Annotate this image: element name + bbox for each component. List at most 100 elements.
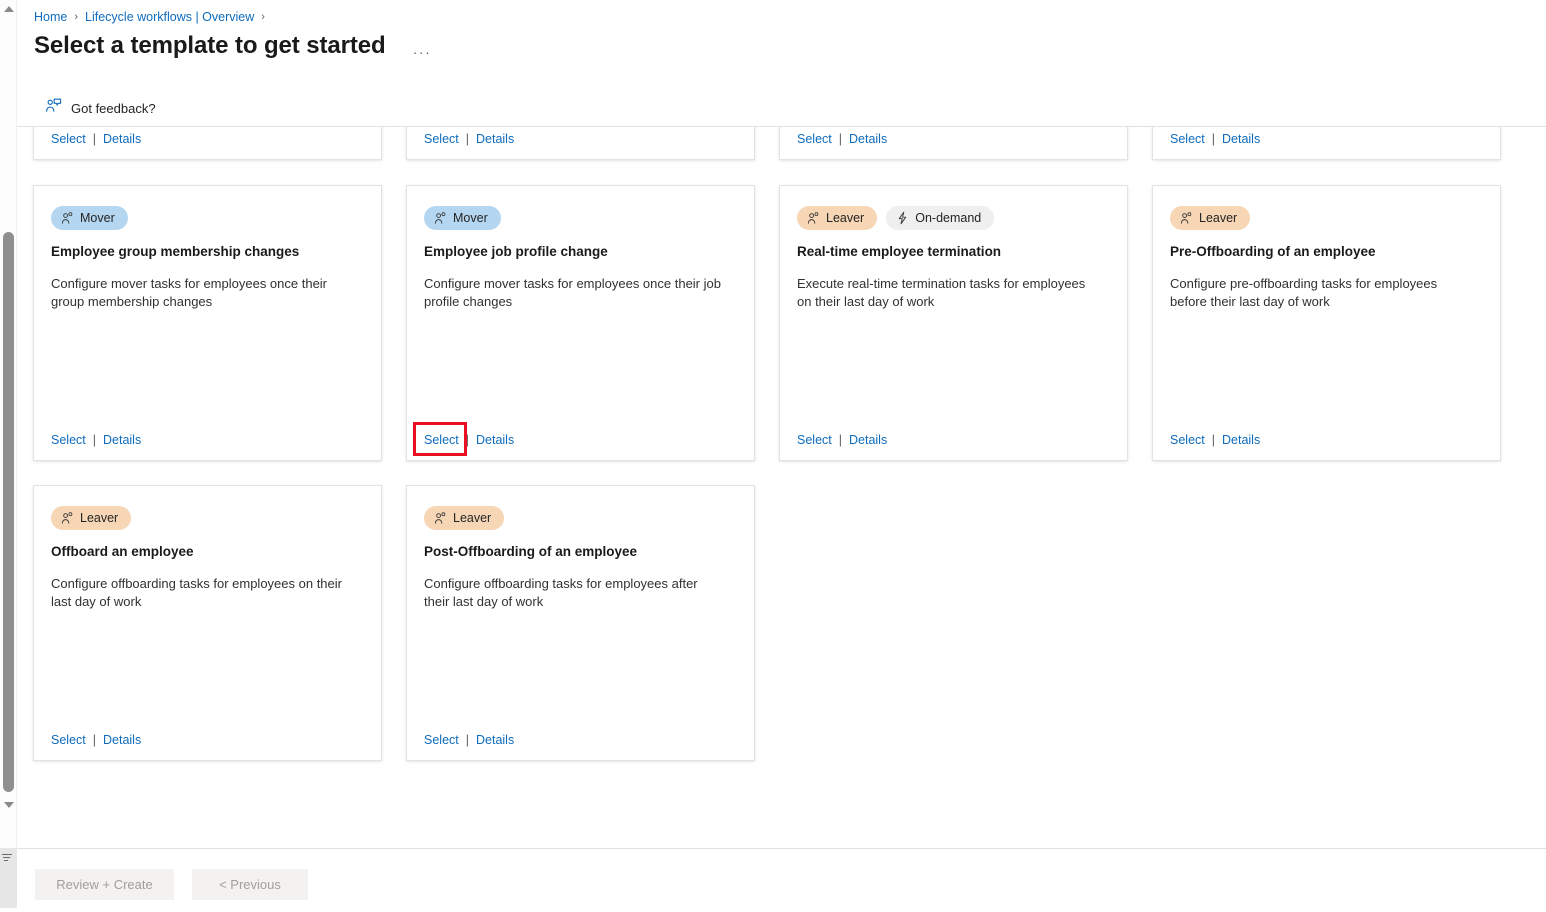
person-icon xyxy=(61,511,74,525)
select-link-wrapper: Select xyxy=(51,132,86,146)
badge-mover: Mover xyxy=(51,206,128,230)
action-separator: | xyxy=(838,132,842,146)
select-link-wrapper: Select xyxy=(413,422,467,456)
wizard-footer: Review + Create < Previous xyxy=(17,848,1546,912)
page-root: Home › Lifecycle workflows | Overview › … xyxy=(0,0,1546,912)
template-card[interactable]: Leaver Post-Offboarding of an employee Con… xyxy=(406,485,755,761)
template-card-actions: Select | Details xyxy=(413,422,514,456)
more-options-button[interactable]: ··· xyxy=(409,42,435,62)
review-create-button[interactable]: Review + Create xyxy=(35,869,174,900)
template-card-actions: Select | Details xyxy=(1170,433,1260,447)
template-card-title: Employee group membership changes xyxy=(51,244,300,259)
badge-group: Leaver On-demand xyxy=(797,206,1110,230)
badge-group: Mover xyxy=(424,206,737,230)
action-separator: | xyxy=(92,733,96,747)
badge-label: Leaver xyxy=(80,511,119,525)
template-card-description: Configure offboarding tasks for employee… xyxy=(424,576,698,609)
badge-group: Leaver xyxy=(424,506,737,530)
template-card-actions: Select | Details xyxy=(51,132,141,146)
scrollbar-thumb[interactable] xyxy=(3,232,14,792)
details-link[interactable]: Details xyxy=(476,733,514,747)
panel-resize-area[interactable] xyxy=(0,848,17,912)
select-link[interactable]: Select xyxy=(51,733,86,747)
details-link[interactable]: Details xyxy=(1222,433,1260,447)
select-link[interactable]: Select xyxy=(797,433,832,447)
details-link[interactable]: Details xyxy=(849,433,887,447)
template-card-actions: Select | Details xyxy=(797,132,887,146)
template-card-title: Pre-Offboarding of an employee xyxy=(1170,244,1376,259)
badge-label: Leaver xyxy=(826,211,865,225)
card-row: Mover Employee group membership changes Co… xyxy=(33,185,1546,461)
details-link[interactable]: Details xyxy=(476,132,514,146)
select-link[interactable]: Select xyxy=(797,132,832,146)
badge-group: Mover xyxy=(51,206,364,230)
template-card-body: Leaver Pre-Offboarding of an employee Conf… xyxy=(1153,186,1500,310)
badge-mover: Mover xyxy=(424,206,501,230)
template-card[interactable]: Leaver Offboard an employee Configure offb… xyxy=(33,485,382,761)
select-link-wrapper: Select xyxy=(797,132,832,146)
details-link[interactable]: Details xyxy=(103,733,141,747)
template-card[interactable]: Select | Details xyxy=(406,127,755,160)
template-card-title: Post-Offboarding of an employee xyxy=(424,544,638,559)
badge-label: Mover xyxy=(80,211,115,225)
template-card-actions: Select | Details xyxy=(51,733,141,747)
template-card-description: Configure mover tasks for employees once… xyxy=(424,276,721,309)
template-card[interactable]: Mover Employee group membership changes Co… xyxy=(33,185,382,461)
select-link[interactable]: Select xyxy=(51,433,86,447)
select-link[interactable]: Select xyxy=(51,132,86,146)
template-card[interactable]: Mover Employee job profile change Configur… xyxy=(406,185,755,461)
resize-grip-icon[interactable] xyxy=(2,854,14,866)
details-link[interactable]: Details xyxy=(103,132,141,146)
select-link[interactable]: Select xyxy=(424,733,459,747)
template-card-body: Leaver Post-Offboarding of an employee Con… xyxy=(407,486,754,610)
template-card-description: Configure pre-offboarding tasks for empl… xyxy=(1170,276,1438,309)
action-separator: | xyxy=(465,733,469,747)
template-card-actions: Select | Details xyxy=(51,433,141,447)
template-card-title: Employee job profile change xyxy=(424,244,608,259)
person-icon xyxy=(1180,211,1193,225)
breadcrumb-lifecycle-workflows-link[interactable]: Lifecycle workflows | Overview xyxy=(85,10,254,24)
scroll-up-arrow-icon[interactable] xyxy=(2,2,15,15)
action-separator: | xyxy=(838,433,842,447)
template-gallery: Select | Details Select | Details Select | Detai… xyxy=(17,127,1546,848)
template-card[interactable]: Select | Details xyxy=(1152,127,1501,160)
previous-button[interactable]: < Previous xyxy=(192,869,308,900)
template-card-description: Configure offboarding tasks for employee… xyxy=(51,576,342,609)
action-separator: | xyxy=(1211,433,1215,447)
lightning-bolt-icon xyxy=(896,211,909,225)
details-link[interactable]: Details xyxy=(849,132,887,146)
badge-group: Leaver xyxy=(1170,206,1483,230)
template-card-body: Leaver On-demand Real-time employee termin… xyxy=(780,186,1127,310)
badge-leaver: Leaver xyxy=(797,206,878,230)
template-card-title: Real-time employee termination xyxy=(797,244,1002,259)
scroll-down-arrow-icon[interactable] xyxy=(2,798,15,811)
select-link[interactable]: Select xyxy=(1170,132,1205,146)
badge-ondemand: On-demand xyxy=(886,206,995,230)
template-card[interactable]: Leaver On-demand Real-time employee termin… xyxy=(779,185,1128,461)
badge-label: Leaver xyxy=(453,511,492,525)
select-link-wrapper: Select xyxy=(51,733,86,747)
action-separator: | xyxy=(92,132,96,146)
select-link-wrapper: Select xyxy=(424,132,459,146)
page-title: Select a template to get started xyxy=(34,32,386,59)
select-link[interactable]: Select xyxy=(424,132,459,146)
template-card[interactable]: Select | Details xyxy=(779,127,1128,160)
vertical-scrollbar[interactable] xyxy=(0,0,17,848)
got-feedback-button[interactable]: Got feedback? xyxy=(45,98,156,119)
select-link-wrapper: Select xyxy=(797,433,832,447)
details-link[interactable]: Details xyxy=(476,433,514,447)
action-separator: | xyxy=(465,132,469,146)
details-link[interactable]: Details xyxy=(1222,132,1260,146)
template-card-actions: Select | Details xyxy=(424,132,514,146)
select-link[interactable]: Select xyxy=(424,433,459,447)
template-card[interactable]: Select | Details xyxy=(33,127,382,160)
details-link[interactable]: Details xyxy=(103,433,141,447)
badge-leaver: Leaver xyxy=(51,506,132,530)
template-card-description: Configure mover tasks for employees once… xyxy=(51,276,328,309)
template-card[interactable]: Leaver Pre-Offboarding of an employee Conf… xyxy=(1152,185,1501,461)
template-card-body: Leaver Offboard an employee Configure offb… xyxy=(34,486,381,610)
template-card-title: Offboard an employee xyxy=(51,544,194,559)
select-link[interactable]: Select xyxy=(1170,433,1205,447)
card-row: Leaver Offboard an employee Configure offb… xyxy=(33,485,1546,761)
breadcrumb-home-link[interactable]: Home xyxy=(34,10,67,24)
